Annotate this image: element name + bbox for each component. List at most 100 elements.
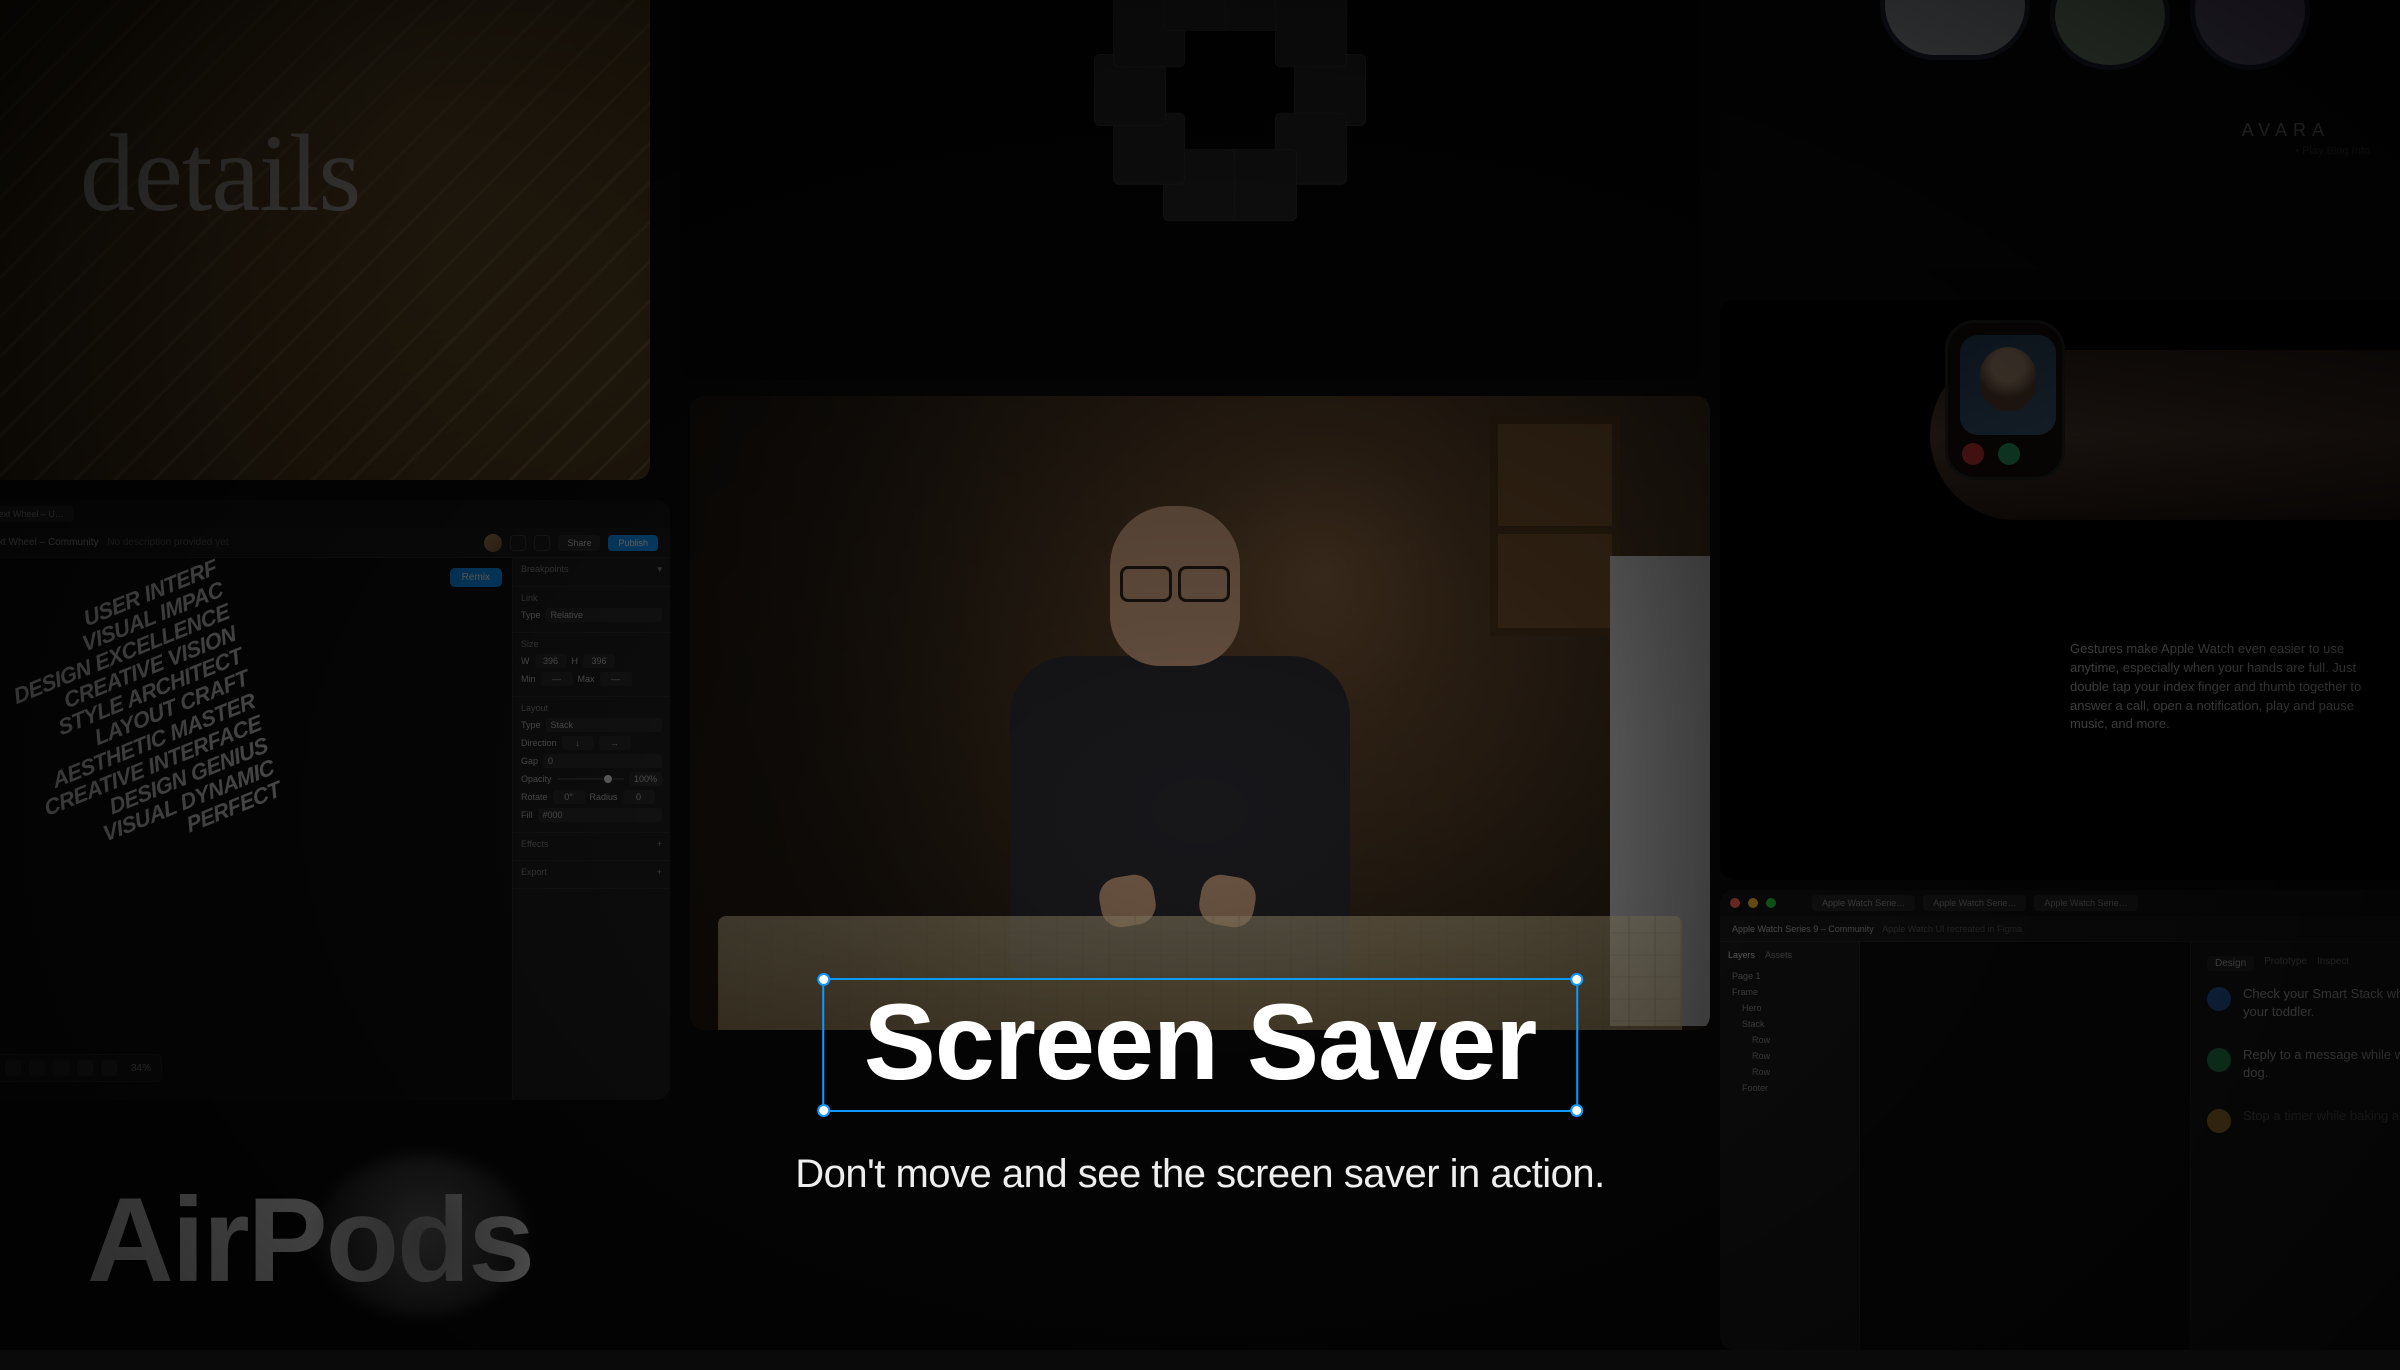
panel-max-label: Max	[578, 674, 595, 684]
panel-fill-value[interactable]: #000	[538, 808, 663, 822]
bookshelf-prop	[1490, 416, 1620, 636]
figma-viewport[interactable]: Remix USER INTERFVISUAL IMPACDESIGN EXCE…	[0, 558, 512, 1100]
headline-subtitle: Don't move and see the screen saver in a…	[795, 1152, 1605, 1197]
layer-item[interactable]: Row	[1728, 1064, 1851, 1080]
decline-call-icon	[1962, 443, 1984, 465]
traffic-min-icon[interactable]	[1748, 898, 1758, 908]
present-icon[interactable]	[534, 535, 550, 551]
layer-item[interactable]: Footer	[1728, 1080, 1851, 1096]
right-tab-design[interactable]: Design	[2207, 956, 2254, 971]
bullet-icon	[2207, 1048, 2231, 1072]
browser-tab[interactable]: Apple Watch Serie…	[1923, 895, 2026, 911]
card-watch-ad: Gestures make Apple Watch even easier to…	[1720, 300, 2400, 880]
brand-label: AVARA	[2242, 120, 2330, 141]
caller-avatar	[1980, 347, 2036, 411]
layer-item[interactable]: Stack	[1728, 1016, 1851, 1032]
resize-handle-br[interactable]	[1570, 1104, 1583, 1117]
layer-item[interactable]: Hero	[1728, 1000, 1851, 1016]
sticker-blob-green-icon	[2050, 0, 2170, 70]
accept-call-icon	[1998, 443, 2020, 465]
card-details: details	[0, 0, 650, 480]
traffic-close-icon[interactable]	[1730, 898, 1740, 908]
smart-stack-text: Reply to a message while walking the dog…	[2243, 1046, 2400, 1081]
traffic-max-icon[interactable]	[1766, 898, 1776, 908]
layer-item[interactable]: Row	[1728, 1048, 1851, 1064]
zoom-level[interactable]: 34%	[131, 1063, 151, 1074]
panel-min-value[interactable]: —	[541, 672, 573, 686]
panel-w-value[interactable]: 396	[535, 654, 567, 668]
panel-opacity-value[interactable]: 100%	[629, 772, 662, 786]
panel-direction-label: Direction	[521, 738, 557, 748]
remix-button[interactable]: Remix	[450, 568, 502, 587]
video-scene	[690, 396, 1710, 1030]
headline-container: Screen Saver Don't move and see the scre…	[795, 978, 1605, 1197]
watch-graphic	[1945, 320, 2065, 480]
sticker-blob-purple-icon	[2190, 0, 2310, 70]
layer-item[interactable]: Page 1	[1728, 968, 1851, 984]
right-tab-inspect[interactable]: Inspect	[2317, 956, 2349, 971]
card-video	[690, 396, 1710, 1030]
layers-tab-layers[interactable]: Layers	[1728, 950, 1755, 960]
tool-text-icon[interactable]	[77, 1060, 93, 1076]
smart-stack-panel: Design Prototype Inspect Check your Smar…	[2190, 942, 2400, 1350]
panel-head-effects: Effects	[521, 839, 548, 849]
panel-max-value[interactable]: —	[600, 672, 632, 686]
card-figma-right: Apple Watch Serie… Apple Watch Serie… Ap…	[1720, 890, 2400, 1350]
details-label: details	[80, 110, 360, 237]
figma-toolbar: 34%	[0, 1054, 162, 1082]
panel-rotate-value[interactable]: 0°	[553, 790, 585, 804]
comment-icon[interactable]	[510, 535, 526, 551]
opacity-slider[interactable]	[557, 778, 624, 780]
tool-frame-icon[interactable]	[5, 1060, 21, 1076]
panel-radius-value[interactable]: 0	[623, 790, 655, 804]
card-stickers: AVARA • Play Blog Info	[1720, 0, 2400, 270]
figma2-viewport[interactable]	[1860, 942, 2190, 1350]
panel-head-link: Link	[521, 593, 538, 603]
bullet-icon	[2207, 987, 2231, 1011]
browser-tab[interactable]: Apple Watch Serie…	[1812, 895, 1915, 911]
tool-pen-icon[interactable]	[53, 1060, 69, 1076]
panel-type-value[interactable]: Relative	[546, 608, 662, 622]
figma-file-title-text: 3D Text Wheel – Community	[0, 537, 99, 548]
figma-tab[interactable]: 3D Text Wheel – U…	[0, 506, 74, 522]
tool-shape-icon[interactable]	[29, 1060, 45, 1076]
right-tab-prototype[interactable]: Prototype	[2264, 956, 2307, 971]
tool-hand-icon[interactable]	[101, 1060, 117, 1076]
figma2-file-title: Apple Watch Series 9 – Community Apple W…	[1732, 924, 2022, 934]
card-airpods: AirPods	[0, 1110, 660, 1370]
airpods-wordmark: AirPods	[87, 1171, 533, 1309]
figma2-topbar: Apple Watch Series 9 – Community Apple W…	[1720, 916, 2400, 942]
figma-file-subtitle: No description provided yet	[107, 537, 228, 548]
resize-handle-tr[interactable]	[1570, 973, 1583, 986]
card-ring	[680, 0, 1700, 380]
panel-head-breakpoints: Breakpoints	[521, 564, 569, 575]
headline-title[interactable]: Screen Saver	[864, 988, 1537, 1096]
avatar-icon[interactable]	[484, 534, 502, 552]
panel-head-export: Export	[521, 867, 547, 877]
resize-handle-tl[interactable]	[817, 973, 830, 986]
panel-gap-value[interactable]: 0	[543, 754, 662, 768]
card-figma-left: 3D Text Wheel – U… 3D Text Wheel – Commu…	[0, 500, 670, 1100]
figma2-title-text: Apple Watch Series 9 – Community	[1732, 924, 1874, 934]
selection-box[interactable]: Screen Saver	[822, 978, 1579, 1112]
panel-type2-value[interactable]: Stack	[546, 718, 662, 732]
panel-h-label: H	[572, 656, 579, 666]
resize-handle-bl[interactable]	[817, 1104, 830, 1117]
smart-stack-line: Reply to a message while walking the dog…	[2207, 1046, 2400, 1081]
bullet-icon	[2207, 1109, 2231, 1133]
watch-copy: Gestures make Apple Watch even easier to…	[2070, 640, 2365, 734]
share-button[interactable]: Share	[558, 535, 600, 551]
panel-h-value[interactable]: 396	[583, 654, 615, 668]
layers-tab-assets[interactable]: Assets	[1765, 950, 1792, 960]
panel-min-label: Min	[521, 674, 536, 684]
panel-type2-label: Type	[521, 720, 541, 730]
window-chrome: Apple Watch Serie… Apple Watch Serie… Ap…	[1720, 890, 2400, 916]
panel-head-layout: Layout	[521, 703, 548, 713]
layer-item[interactable]: Row	[1728, 1032, 1851, 1048]
smart-stack-line: Stop a timer while baking a pie.	[2207, 1107, 2400, 1133]
browser-tab[interactable]: Apple Watch Serie…	[2034, 895, 2137, 911]
layer-item[interactable]: Frame	[1728, 984, 1851, 1000]
sticker-cloud-icon	[1880, 0, 2030, 60]
panel-type-label: Type	[521, 610, 541, 620]
publish-button[interactable]: Publish	[608, 535, 658, 551]
